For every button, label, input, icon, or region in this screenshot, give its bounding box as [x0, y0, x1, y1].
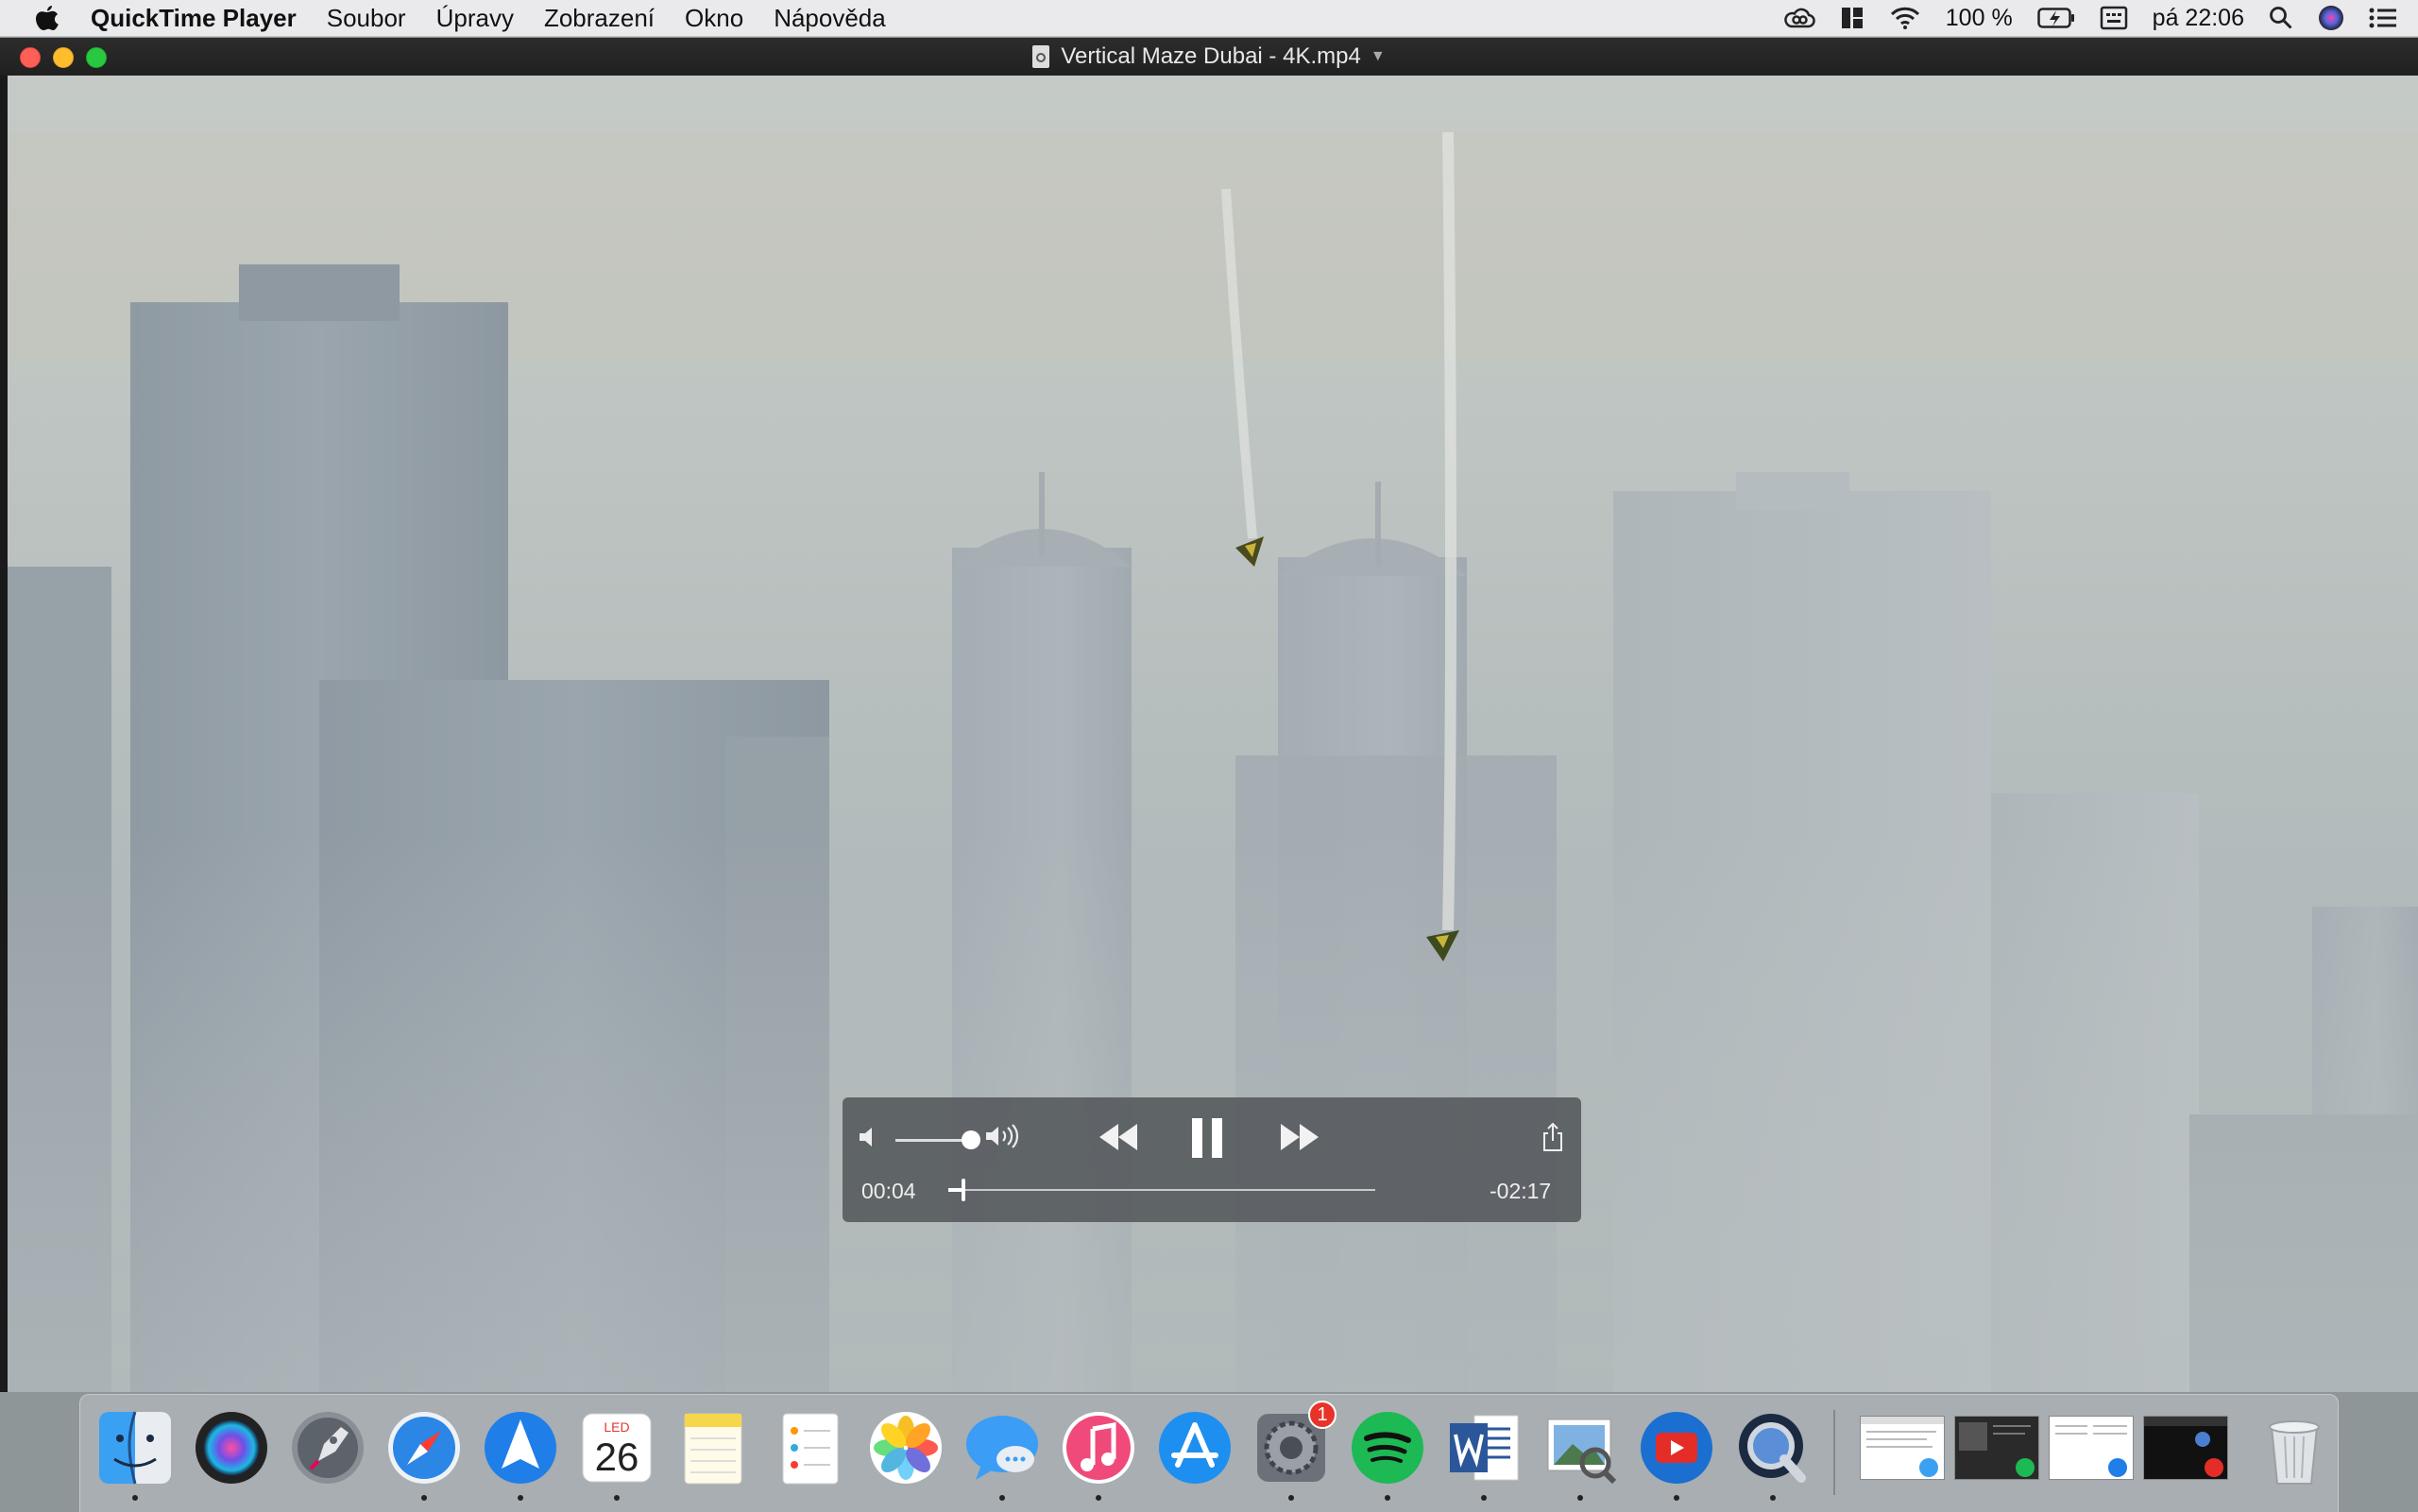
running-indicator	[1674, 1495, 1679, 1501]
launchpad-icon[interactable]	[286, 1406, 369, 1489]
system-preferences-icon[interactable]: 1	[1250, 1401, 1337, 1501]
menu-soubor[interactable]: Soubor	[327, 4, 406, 33]
running-indicator	[421, 1495, 427, 1501]
calendar-month: LED	[604, 1419, 630, 1435]
notification-center-icon[interactable]	[2369, 7, 2397, 29]
volume-max-icon[interactable]	[984, 1124, 1022, 1156]
minimize-window-button[interactable]	[53, 47, 74, 68]
volume-knob[interactable]	[962, 1130, 980, 1149]
minimized-window-spotify[interactable]	[1954, 1416, 2039, 1480]
remaining-time: -02:17	[1490, 1179, 1552, 1203]
running-indicator	[614, 1495, 620, 1501]
close-window-button[interactable]	[20, 47, 41, 68]
safari-icon[interactable]	[383, 1406, 466, 1501]
notification-badge: 1	[1308, 1401, 1337, 1429]
trash-icon[interactable]	[2253, 1406, 2336, 1489]
calendar-icon[interactable]: LED 26	[575, 1406, 658, 1501]
wifi-icon[interactable]	[1889, 6, 1921, 30]
running-indicator	[1577, 1495, 1583, 1501]
window-titlebar[interactable]: Vertical Maze Dubai - 4K.mp4 ▼	[0, 38, 2418, 76]
itunes-icon[interactable]	[1057, 1406, 1140, 1501]
dock: LED 26 1	[79, 1394, 2339, 1512]
battery-percentage: 100 %	[1945, 4, 2013, 31]
minimized-window-finder[interactable]	[1860, 1416, 1945, 1480]
elapsed-time: 00:04	[861, 1179, 916, 1203]
quicktime-window: Vertical Maze Dubai - 4K.mp4 ▼ 00:04 -02…	[0, 38, 2418, 1392]
word-icon[interactable]	[1442, 1406, 1525, 1501]
quicktime-icon[interactable]	[1731, 1406, 1814, 1501]
running-indicator	[518, 1495, 523, 1501]
airmail-icon[interactable]	[479, 1406, 562, 1501]
window-title[interactable]: Vertical Maze Dubai - 4K.mp4	[1061, 43, 1360, 70]
app-store-icon[interactable]	[1153, 1406, 1236, 1489]
title-chevron-down-icon[interactable]: ▼	[1371, 48, 1386, 65]
menu-napoveda[interactable]: Nápověda	[774, 4, 886, 33]
document-proxy-icon[interactable]	[1032, 45, 1050, 68]
volume-slider[interactable]	[895, 1130, 980, 1149]
scrubber-playhead[interactable]	[962, 1179, 965, 1201]
spotlight-search-icon[interactable]	[2269, 6, 2293, 30]
playback-controls[interactable]: 00:04 -02:17	[843, 1097, 1581, 1222]
menu-zobrazeni[interactable]: Zobrazení	[544, 4, 655, 33]
apple-menu-icon[interactable]	[28, 0, 66, 36]
spotify-icon[interactable]	[1346, 1406, 1429, 1501]
notes-icon[interactable]	[672, 1406, 755, 1489]
fullscreen-window-button[interactable]	[86, 47, 107, 68]
share-icon[interactable]	[1541, 1122, 1568, 1156]
running-indicator	[1481, 1495, 1487, 1501]
fast-forward-button[interactable]	[1277, 1122, 1324, 1160]
menu-upravy[interactable]: Úpravy	[436, 4, 514, 33]
keyboard-input-icon[interactable]	[2100, 6, 2128, 30]
volume-mute-icon[interactable]	[858, 1126, 884, 1154]
reminders-icon[interactable]	[768, 1406, 851, 1489]
scrubber-track[interactable]	[948, 1179, 1375, 1201]
video-frame[interactable]: 00:04 -02:17	[8, 76, 2418, 1392]
youtube-icon[interactable]	[1635, 1406, 1718, 1501]
creative-cloud-icon[interactable]	[1783, 7, 1815, 29]
messages-icon[interactable]	[961, 1406, 1044, 1501]
scrubber-played	[948, 1188, 962, 1192]
status-area: 100 % pá 22:06	[1783, 0, 2397, 36]
running-indicator	[999, 1495, 1005, 1501]
menubar-clock[interactable]: pá 22:06	[2153, 5, 2244, 32]
running-indicator	[1385, 1495, 1390, 1501]
preview-icon[interactable]	[1539, 1406, 1622, 1501]
minimized-window-airmail[interactable]	[2049, 1416, 2134, 1480]
minimized-window-youtube[interactable]	[2143, 1416, 2228, 1480]
running-indicator	[132, 1495, 138, 1501]
siri-menubar-icon[interactable]	[2318, 5, 2344, 31]
pause-button[interactable]	[1188, 1116, 1232, 1165]
finder-icon[interactable]	[94, 1406, 177, 1501]
photos-icon[interactable]	[864, 1406, 947, 1489]
dock-separator	[1833, 1410, 1835, 1495]
battery-charging-icon[interactable]	[2036, 8, 2075, 28]
running-indicator	[1096, 1495, 1101, 1501]
calendar-day: 26	[594, 1435, 639, 1479]
window-layout-icon[interactable]	[1840, 6, 1865, 30]
menu-bar: QuickTime Player Soubor Úpravy Zobrazení…	[0, 0, 2418, 37]
siri-icon[interactable]	[190, 1406, 273, 1489]
app-menu-quicktime[interactable]: QuickTime Player	[91, 4, 297, 33]
running-indicator	[1770, 1495, 1776, 1501]
running-indicator	[1288, 1495, 1294, 1501]
menu-okno[interactable]: Okno	[685, 4, 743, 33]
rewind-button[interactable]	[1096, 1122, 1143, 1160]
